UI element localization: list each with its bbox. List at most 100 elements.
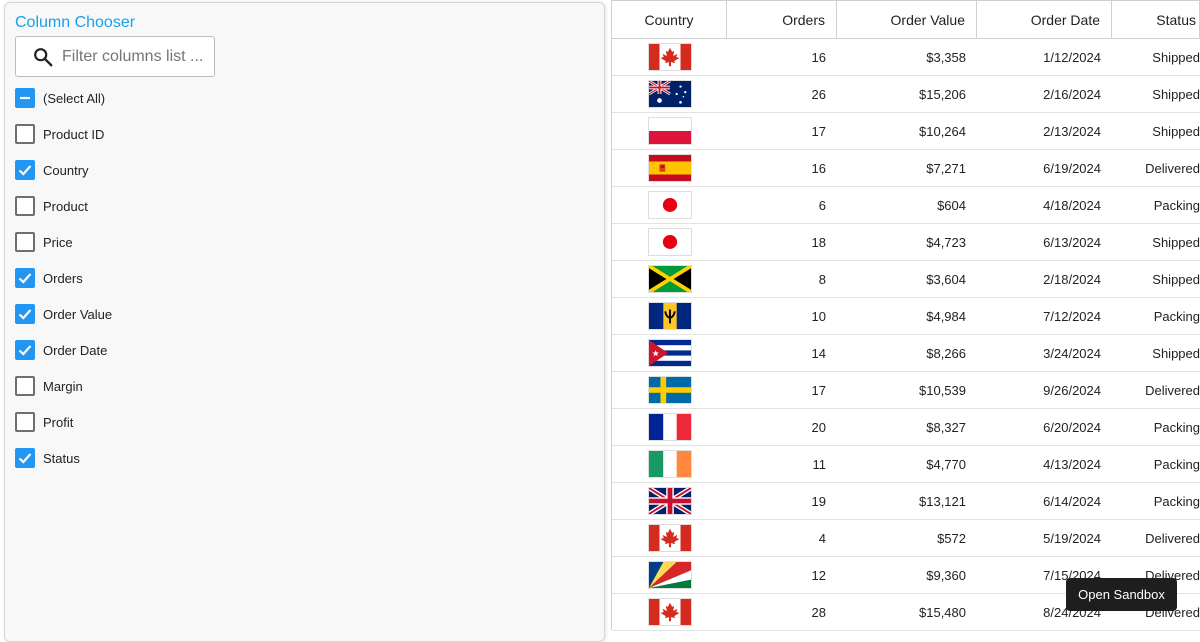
column-chooser-panel: Column Chooser (Select All) Product ID Co… xyxy=(4,2,605,642)
cell-country xyxy=(612,187,727,223)
header-country[interactable]: Country xyxy=(612,1,727,38)
table-row[interactable]: 18 $4,723 6/13/2024 Shipped xyxy=(612,224,1200,261)
cell-status: Shipped xyxy=(1152,49,1200,65)
column-item[interactable]: Margin xyxy=(15,368,112,404)
cell-order-date: 2/13/2024 xyxy=(1043,123,1101,139)
table-row[interactable]: 14 $8,266 3/24/2024 Shipped xyxy=(612,335,1200,372)
cell-order-date: 4/13/2024 xyxy=(1043,456,1101,472)
data-grid: Country Orders Order Value Order Date St… xyxy=(611,0,1200,631)
cell-order-date: 4/18/2024 xyxy=(1043,197,1101,213)
cell-order-value: $9,360 xyxy=(926,567,966,583)
cell-status: Shipped xyxy=(1152,86,1200,102)
column-item[interactable]: Product xyxy=(15,188,112,224)
table-row[interactable]: 11 $4,770 4/13/2024 Packing xyxy=(612,446,1200,483)
column-list: (Select All) Product ID Country Product Pri… xyxy=(15,80,112,476)
search-icon xyxy=(34,47,53,66)
seychelles-flag-icon xyxy=(647,561,692,589)
select-all-label: (Select All) xyxy=(43,90,106,106)
cell-orders: 17 xyxy=(811,382,826,398)
column-label: Margin xyxy=(43,378,83,394)
cell-status: Packing xyxy=(1153,493,1200,509)
uk-flag-icon xyxy=(647,487,692,515)
header-order-value[interactable]: Order Value xyxy=(837,1,977,38)
cell-order-value: $10,264 xyxy=(919,123,966,139)
column-item[interactable]: Price xyxy=(15,224,112,260)
check-icon xyxy=(18,165,32,176)
table-row[interactable]: 10 $4,984 7/12/2024 Packing xyxy=(612,298,1200,335)
cell-order-value: $15,480 xyxy=(919,604,966,620)
cell-country xyxy=(612,150,727,186)
cell-status: Delivered xyxy=(1145,530,1200,546)
column-label: Country xyxy=(43,162,89,178)
cell-orders: 6 xyxy=(818,197,826,213)
table-row[interactable]: 16 $7,271 6/19/2024 Delivered xyxy=(612,150,1200,187)
open-sandbox-button[interactable]: Open Sandbox xyxy=(1066,578,1177,611)
cell-order-value: $15,206 xyxy=(919,86,966,102)
cell-status: Packing xyxy=(1153,419,1200,435)
column-checkbox[interactable] xyxy=(15,196,35,216)
column-item[interactable]: Product ID xyxy=(15,116,112,152)
header-orders[interactable]: Orders xyxy=(727,1,837,38)
column-checkbox[interactable] xyxy=(15,340,35,360)
select-all-item[interactable]: (Select All) xyxy=(15,80,112,116)
column-checkbox[interactable] xyxy=(15,268,35,288)
cell-order-value: $13,121 xyxy=(919,493,966,509)
column-checkbox[interactable] xyxy=(15,160,35,180)
select-all-checkbox[interactable] xyxy=(15,88,35,108)
table-row[interactable]: 20 $8,327 6/20/2024 Packing xyxy=(612,409,1200,446)
column-item[interactable]: Status xyxy=(15,440,112,476)
filter-columns-box[interactable] xyxy=(15,36,215,77)
column-checkbox[interactable] xyxy=(15,448,35,468)
cell-order-value: $4,770 xyxy=(926,456,966,472)
cell-country xyxy=(612,446,727,482)
table-row[interactable]: 6 $604 4/18/2024 Packing xyxy=(612,187,1200,224)
cell-country xyxy=(612,557,727,593)
header-status[interactable]: Status xyxy=(1112,1,1200,38)
column-label: Product ID xyxy=(43,126,105,142)
column-item[interactable]: Profit xyxy=(15,404,112,440)
sweden-flag-icon xyxy=(647,376,692,404)
cell-orders: 14 xyxy=(811,345,826,361)
cell-status: Shipped xyxy=(1152,123,1200,139)
cell-order-date: 2/18/2024 xyxy=(1043,271,1101,287)
japan-flag-icon xyxy=(647,191,692,219)
filter-columns-input[interactable] xyxy=(62,47,202,66)
cell-country xyxy=(612,483,727,519)
spain-flag-icon xyxy=(647,154,692,182)
check-icon xyxy=(18,345,32,356)
cell-orders: 16 xyxy=(811,49,826,65)
table-row[interactable]: 19 $13,121 6/14/2024 Packing xyxy=(612,483,1200,520)
column-checkbox[interactable] xyxy=(15,124,35,144)
table-row[interactable]: 17 $10,539 9/26/2024 Delivered xyxy=(612,372,1200,409)
header-order-date[interactable]: Order Date xyxy=(977,1,1112,38)
column-checkbox[interactable] xyxy=(15,412,35,432)
cell-order-value: $10,539 xyxy=(919,382,966,398)
column-checkbox[interactable] xyxy=(15,376,35,396)
table-row[interactable]: 8 $3,604 2/18/2024 Shipped xyxy=(612,261,1200,298)
cell-order-value: $7,271 xyxy=(926,160,966,176)
cell-order-date: 6/14/2024 xyxy=(1043,493,1101,509)
cell-country xyxy=(612,372,727,408)
cell-order-date: 3/24/2024 xyxy=(1043,345,1101,361)
column-checkbox[interactable] xyxy=(15,304,35,324)
indeterminate-icon xyxy=(20,96,30,100)
table-row[interactable]: 4 $572 5/19/2024 Delivered xyxy=(612,520,1200,557)
cell-order-value: $4,723 xyxy=(926,234,966,250)
check-icon xyxy=(18,309,32,320)
column-label: Profit xyxy=(43,414,74,430)
cell-order-date: 6/13/2024 xyxy=(1043,234,1101,250)
column-label: Orders xyxy=(43,270,83,286)
column-item[interactable]: Order Value xyxy=(15,296,112,332)
cell-status: Packing xyxy=(1153,456,1200,472)
column-checkbox[interactable] xyxy=(15,232,35,252)
canada-flag-icon xyxy=(647,524,692,552)
ireland-flag-icon xyxy=(647,450,692,478)
table-row[interactable]: 17 $10,264 2/13/2024 Shipped xyxy=(612,113,1200,150)
table-row[interactable]: 16 $3,358 1/12/2024 Shipped xyxy=(612,39,1200,76)
column-item[interactable]: Orders xyxy=(15,260,112,296)
column-item[interactable]: Order Date xyxy=(15,332,112,368)
column-chooser-title: Column Chooser xyxy=(15,14,136,31)
table-row[interactable]: 26 $15,206 2/16/2024 Shipped xyxy=(612,76,1200,113)
cell-status: Shipped xyxy=(1152,234,1200,250)
column-item[interactable]: Country xyxy=(15,152,112,188)
